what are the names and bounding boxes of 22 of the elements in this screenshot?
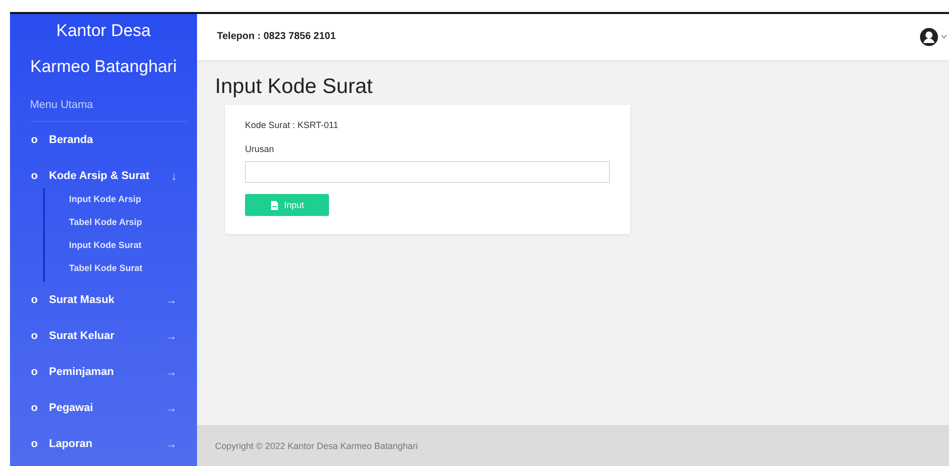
user-menu[interactable] xyxy=(920,28,949,46)
field-label: Urusan xyxy=(245,144,276,154)
user-avatar-icon xyxy=(920,28,938,46)
copyright-text: Copyright © 2022 Kantor Desa Karmeo Batanghari xyxy=(215,440,418,450)
menu-section-title: Menu Utama xyxy=(30,91,187,122)
file-icon xyxy=(270,200,279,210)
letter-code: Kode Surat : KSRT-011 xyxy=(245,120,340,130)
sidebar-item[interactable]: o Surat Masuk → xyxy=(10,282,197,318)
input-field[interactable] xyxy=(245,161,610,183)
sidebar-item[interactable]: o Pegawai → xyxy=(10,390,197,426)
brand-title: Kantor Desa xyxy=(55,20,152,42)
phone-number: Telepon : 0823 7856 2101 xyxy=(217,31,336,42)
sidebar-item[interactable]: o Surat Keluar → xyxy=(10,318,197,354)
brand-title: Karmeo Batanghari xyxy=(29,56,178,78)
page-title: Input Kode Surat xyxy=(215,75,374,99)
submenu-item[interactable]: Input Kode Surat xyxy=(45,234,197,257)
sidebar-item[interactable]: o Peminjaman → xyxy=(10,354,197,390)
submenu-item[interactable]: Tabel Kode Surat xyxy=(45,257,197,280)
submenu-item[interactable]: Tabel Kode Arsip xyxy=(45,211,197,234)
sidebar-item[interactable]: o Laporan → xyxy=(10,426,197,462)
sidebar-item[interactable]: o Beranda xyxy=(10,122,197,158)
caret-icon xyxy=(941,34,947,39)
